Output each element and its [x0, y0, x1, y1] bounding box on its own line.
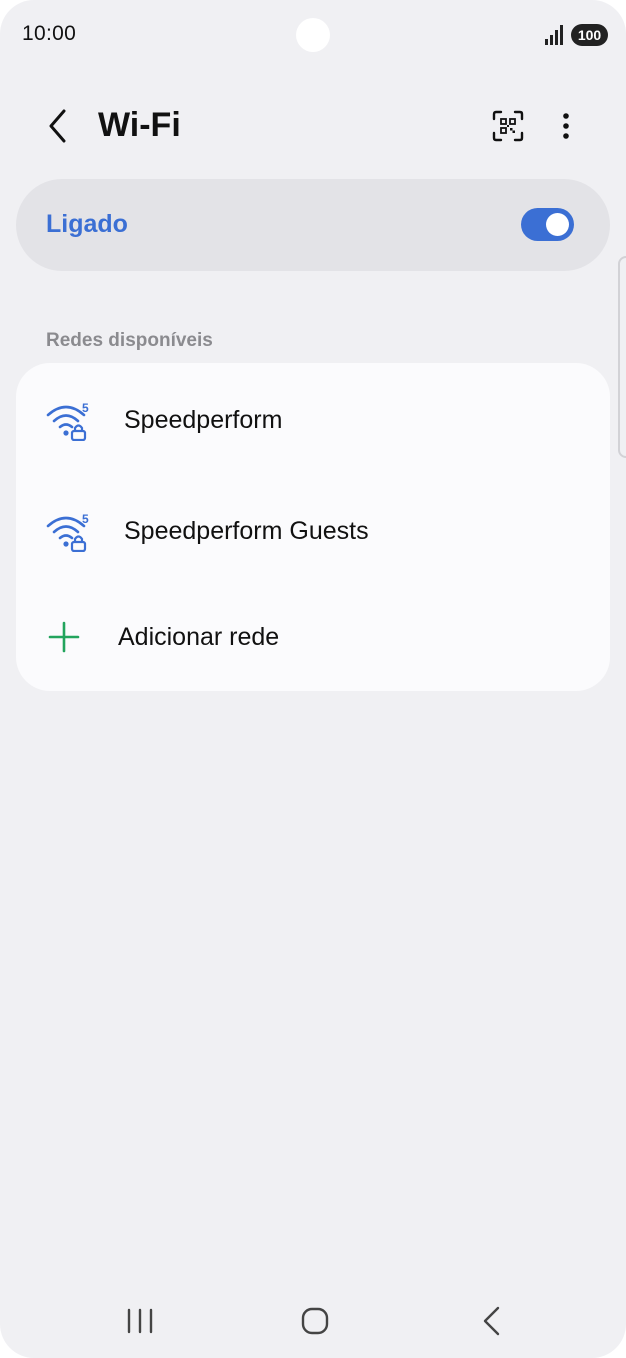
battery-icon: 100 — [571, 24, 608, 46]
master-switch-label: Ligado — [46, 210, 128, 238]
plus-icon — [48, 621, 80, 653]
back-arrow-icon — [49, 109, 66, 143]
svg-text:5: 5 — [82, 401, 89, 415]
qr-code-scan-icon — [492, 110, 524, 142]
wifi-toggle[interactable] — [521, 208, 574, 241]
back-button[interactable] — [36, 104, 80, 148]
network-name: Speedperform Guests — [124, 517, 369, 545]
network-item[interactable]: 5 Speedperform Guests — [16, 480, 610, 580]
network-list: 5 Speedperform 5 Speedperform Guests Adi… — [16, 363, 610, 691]
wifi-5ghz-secured-icon: 5 — [46, 512, 89, 552]
toggle-knob — [546, 213, 569, 236]
qr-scan-button[interactable] — [486, 104, 530, 148]
more-options-icon — [563, 113, 569, 139]
section-header: Redes disponíveis — [46, 330, 213, 351]
network-name: Speedperform — [124, 406, 283, 434]
back-icon[interactable] — [478, 1304, 506, 1338]
add-network-label: Adicionar rede — [118, 623, 280, 651]
phone-screen: 10:00 100 Wi-Fi Ligado Redes disponíveis… — [0, 0, 626, 1358]
more-options-button[interactable] — [544, 104, 588, 148]
add-network-button[interactable]: Adicionar rede — [16, 591, 610, 683]
scroll-indicator[interactable] — [618, 256, 626, 458]
wifi-5ghz-secured-icon: 5 — [46, 401, 89, 441]
network-item[interactable]: 5 Speedperform — [16, 369, 610, 469]
signal-icon — [545, 25, 563, 45]
status-time: 10:00 — [22, 22, 77, 45]
recent-apps-icon[interactable] — [122, 1306, 158, 1336]
svg-text:5: 5 — [82, 512, 89, 526]
page-title: Wi-Fi — [98, 106, 181, 144]
home-icon[interactable] — [300, 1306, 330, 1336]
wifi-master-switch[interactable]: Ligado — [16, 179, 610, 271]
camera-cutout — [296, 18, 330, 52]
